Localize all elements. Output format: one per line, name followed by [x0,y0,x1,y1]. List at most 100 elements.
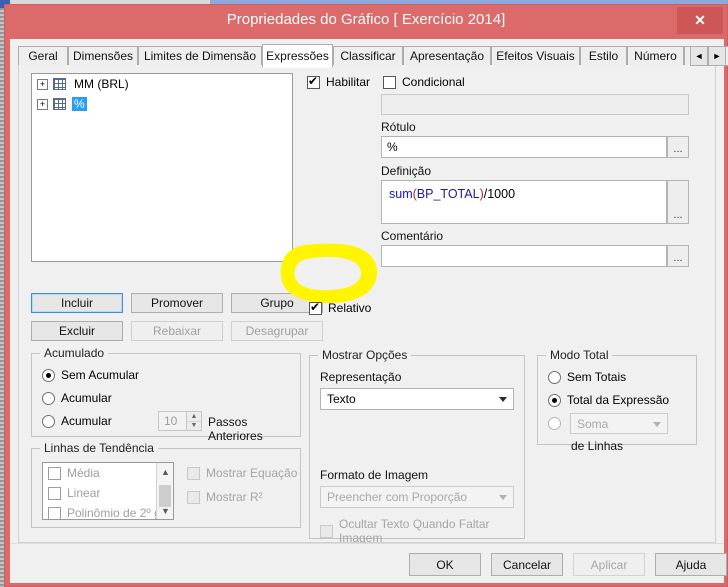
mostrar-r2-checkbox: Mostrar R² [187,490,263,504]
passos-anteriores-label: Passos Anteriores [208,415,263,443]
cancel-button[interactable]: Cancelar [491,553,563,576]
radio-acumular-steps[interactable]: Acumular [42,414,112,428]
acumulado-group: Acumulado Sem Acumular Acumular Acumular [31,346,301,443]
tree-item-label: % [72,97,87,111]
checkbox-icon[interactable] [48,506,61,519]
checkbox-label: Habilitar [326,75,371,89]
dialog-footer: OK Cancelar Aplicar Ajuda [10,543,727,583]
checkbox-icon[interactable] [309,300,322,315]
radio-label: Acumular [61,414,112,428]
screen-root: Propriedades do Gráfico [ Exercício 2014… [0,0,728,587]
dialog-title: Propriedades do Gráfico [ Exercício 2014… [226,11,506,28]
checkbox-icon[interactable] [383,75,396,89]
scroll-down-icon[interactable]: ▼ [157,502,173,519]
checkbox-icon [187,466,200,480]
radio-dot-icon [548,393,561,407]
tab-limites-dimensao[interactable]: Limites de Dimensão [138,46,262,66]
radio-total-expressao[interactable]: Total da Expressão [548,393,669,407]
relativo-checkbox[interactable]: Relativo [309,300,371,315]
rebaixar-button: Rebaixar [131,321,223,341]
formato-imagem-select: Preencher com Proporção [320,486,514,508]
representacao-value: Texto [327,392,356,406]
linhas-tendencia-legend: Linhas de Tendência [40,441,158,455]
definicao-ellipsis-button[interactable]: ... [667,180,689,224]
condicional-checkbox[interactable]: Condicional [383,75,465,89]
list-item-label: Linear [67,486,101,500]
formato-imagem-label: Formato de Imagem [320,468,429,482]
help-button[interactable]: Ajuda [655,553,727,576]
listbox-scrollbar[interactable]: ▲ ▼ [156,463,173,519]
tab-efeitos-visuais[interactable]: Efeitos Visuais [491,46,580,66]
comentario-label: Comentário [381,229,444,243]
checkbox-icon[interactable] [307,74,320,89]
tab-scroll-right-icon[interactable]: ► [708,46,726,66]
radio-agregacao [548,417,567,430]
comentario-ellipsis-button[interactable]: ... [667,245,689,267]
ok-button[interactable]: OK [409,553,481,576]
definicao-token-field: BP_TOTAL [416,187,480,201]
radio-acumular-all[interactable]: Acumular [42,391,112,405]
stepper-buttons[interactable]: ▲ ▼ [186,412,201,430]
expression-icon [53,98,66,110]
tab-apresentacao[interactable]: Apresentação [403,46,491,66]
checkbox-label: Ocultar Texto Quando Faltar Imagem [339,517,490,545]
expression-tree[interactable]: + MM (BRL) + % [31,73,293,262]
mostrar-equacao-checkbox: Mostrar Equação [187,466,297,480]
representacao-select[interactable]: Texto [320,388,514,410]
habilitar-checkbox[interactable]: Habilitar [307,74,371,89]
list-item[interactable]: Linear [43,483,173,503]
rotulo-input[interactable]: % [381,136,667,158]
expressoes-tab-panel: + MM (BRL) + % Incluir Promover Grupo Ex… [18,65,716,545]
formato-imagem-value: Preencher com Proporção [327,490,468,504]
expand-icon[interactable]: + [37,98,48,110]
definicao-token-fn: sum [389,187,413,201]
close-icon[interactable]: ✕ [677,7,723,34]
radio-dot-icon [42,414,55,428]
radio-dot-icon [548,417,561,430]
radio-sem-totais[interactable]: Sem Totais [548,370,626,384]
excluir-button[interactable]: Excluir [31,321,123,341]
tab-numero[interactable]: Número [627,46,684,66]
list-item[interactable]: Média [43,463,173,483]
tab-expressoes[interactable]: Expressões [262,44,333,68]
comentario-input[interactable] [381,245,667,267]
passos-anteriores-stepper[interactable]: 10 ▲ ▼ [158,411,202,431]
chevron-down-icon [499,397,507,402]
tab-geral[interactable]: Geral [18,46,68,66]
tab-estilo[interactable]: Estilo [580,46,627,66]
checkbox-icon [320,524,333,538]
checkbox-label: Mostrar R² [206,490,263,504]
checkbox-icon[interactable] [48,486,61,500]
list-item[interactable]: Polinômio de 2º gra [43,503,173,519]
tree-item-mm-brl[interactable]: + MM (BRL) [32,74,292,94]
checkbox-icon[interactable] [48,466,61,480]
tendencia-listbox[interactable]: Média Linear Polinômio de 2º gra Po [42,462,174,520]
mostrar-opcoes-legend: Mostrar Opções [318,348,412,362]
stepper-down-icon[interactable]: ▼ [187,421,201,430]
representacao-label: Representação [320,370,402,384]
radio-label: Sem Acumular [61,368,140,382]
radio-dot-icon [548,370,561,384]
mostrar-opcoes-group: Mostrar Opções Representação Texto Forma… [309,348,525,545]
de-linhas-label: de Linhas [571,439,624,453]
desagrupar-button: Desagrupar [231,321,323,341]
definicao-label: Definição [381,164,432,178]
chart-properties-dialog: Propriedades do Gráfico [ Exercício 2014… [4,4,728,587]
tab-classificar[interactable]: Classificar [333,46,403,66]
promover-button[interactable]: Promover [131,293,223,313]
tab-dimensoes[interactable]: Dimensões [68,46,138,66]
definicao-input[interactable]: sum(BP_TOTAL)/1000 [381,180,667,224]
stepper-up-icon[interactable]: ▲ [187,412,201,422]
stepper-value: 10 [164,414,178,428]
expand-icon[interactable]: + [37,78,48,90]
radio-label: Total da Expressão [567,393,670,407]
radio-dot-icon [42,391,55,405]
tab-scroll-left-icon[interactable]: ◄ [690,46,708,66]
scroll-up-icon[interactable]: ▲ [157,463,173,480]
radio-sem-acumular[interactable]: Sem Acumular [42,368,139,382]
rotulo-ellipsis-button[interactable]: ... [667,136,689,158]
acumulado-legend: Acumulado [40,346,109,360]
tree-item-percent[interactable]: + % [32,94,292,114]
apply-button: Aplicar [573,553,645,576]
incluir-button[interactable]: Incluir [31,293,123,313]
